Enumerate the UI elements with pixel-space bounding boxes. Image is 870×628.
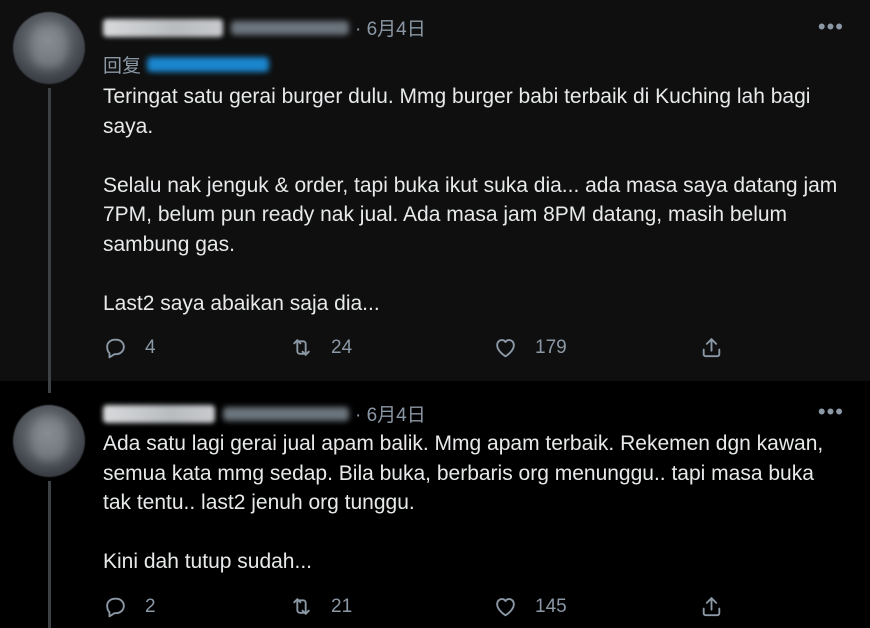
reply-prefix: 回复 bbox=[103, 56, 142, 77]
replying-to: 回复 bbox=[103, 51, 270, 78]
author-handle-redacted[interactable] bbox=[223, 406, 349, 421]
tweet-paragraph: Ada satu lagi gerai jual apam balik. Mmg… bbox=[103, 432, 824, 514]
heart-icon bbox=[496, 598, 515, 617]
retweet-count: 24 bbox=[331, 336, 353, 358]
share-button[interactable] bbox=[699, 594, 724, 619]
author-name-redacted[interactable] bbox=[103, 18, 223, 37]
retweet-button[interactable]: 21 bbox=[289, 594, 352, 619]
reply-bubble-icon bbox=[106, 338, 125, 359]
tweet[interactable]: · 6月4日 ••• 回复 Teringat satu gerai burger… bbox=[0, 0, 870, 381]
tweet-actions: 2 21 145 bbox=[103, 594, 743, 624]
reply-count: 2 bbox=[145, 595, 156, 617]
author-handle-redacted[interactable] bbox=[231, 20, 349, 35]
reply-count: 4 bbox=[145, 336, 156, 358]
tweet-paragraph: Kini dah tutup sudah... bbox=[103, 550, 312, 573]
reply-button[interactable]: 4 bbox=[103, 335, 156, 360]
thread-line bbox=[48, 88, 51, 381]
thread-line bbox=[48, 481, 51, 628]
retweet-count: 21 bbox=[331, 595, 353, 617]
share-icon bbox=[702, 597, 721, 617]
share-icon bbox=[702, 338, 721, 358]
tweet-paragraph: Selalu nak jenguk & order, tapi buka iku… bbox=[103, 173, 838, 256]
tweet-date[interactable]: · 6月4日 bbox=[355, 400, 426, 427]
retweet-button[interactable]: 24 bbox=[289, 335, 352, 360]
reply-bubble-icon bbox=[106, 597, 125, 618]
like-count: 179 bbox=[535, 336, 567, 358]
replied-handle-redacted[interactable] bbox=[147, 57, 270, 72]
tweet-paragraph: Last2 saya abaikan saja dia... bbox=[103, 291, 380, 315]
retweet-icon bbox=[293, 598, 310, 615]
tweet-paragraph: Teringat satu gerai burger dulu. Mmg bur… bbox=[103, 85, 811, 138]
reply-button[interactable]: 2 bbox=[103, 594, 156, 619]
like-count: 145 bbox=[535, 595, 567, 617]
thread-line bbox=[48, 381, 51, 393]
retweet-icon bbox=[293, 339, 310, 356]
share-button[interactable] bbox=[699, 335, 724, 360]
like-button[interactable]: 145 bbox=[493, 594, 567, 619]
tweet-header: · 6月4日 bbox=[103, 14, 426, 41]
like-button[interactable]: 179 bbox=[493, 335, 567, 360]
avatar[interactable] bbox=[13, 12, 85, 84]
tweet-text: Ada satu lagi gerai jual apam balik. Mmg… bbox=[103, 429, 843, 577]
tweet-header: · 6月4日 bbox=[103, 400, 426, 427]
tweet[interactable]: · 6月4日 ••• Ada satu lagi gerai jual apam… bbox=[0, 381, 870, 628]
more-icon[interactable]: ••• bbox=[818, 14, 844, 40]
author-name-redacted[interactable] bbox=[103, 404, 215, 423]
tweet-text: Teringat satu gerai burger dulu. Mmg bur… bbox=[103, 82, 843, 318]
more-icon[interactable]: ••• bbox=[818, 399, 844, 425]
tweet-date[interactable]: · 6月4日 bbox=[355, 14, 426, 41]
heart-icon bbox=[496, 339, 515, 358]
tweet-actions: 4 24 179 bbox=[103, 335, 743, 365]
avatar[interactable] bbox=[13, 405, 85, 477]
